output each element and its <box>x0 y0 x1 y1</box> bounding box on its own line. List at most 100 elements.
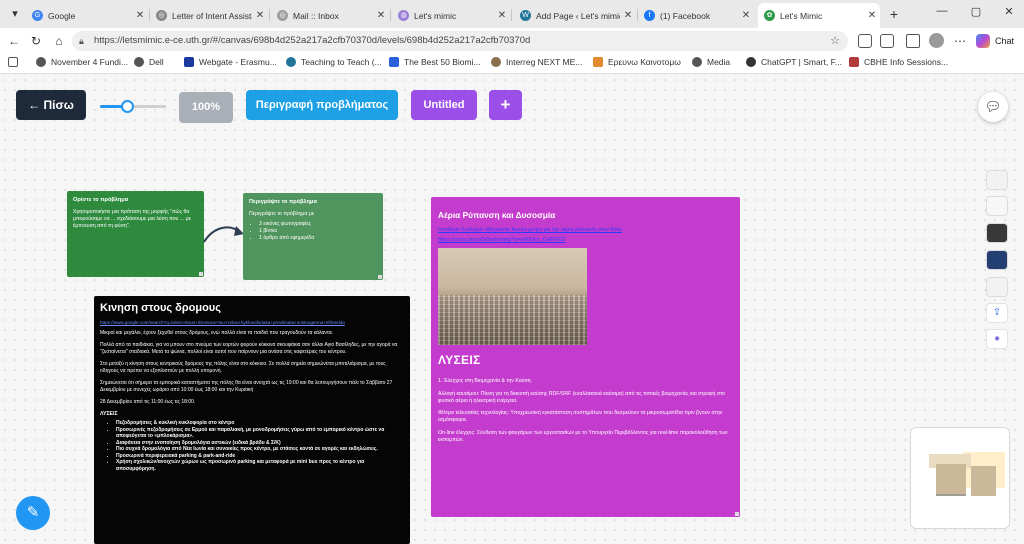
minimap-node <box>936 494 966 496</box>
solutions-heading: ΛΥΣΕΙΣ <box>438 353 481 367</box>
edit-pencil-icon[interactable]: ✎ <box>16 496 50 530</box>
traffic-card[interactable]: Κινηση στους δρομους https://www.google.… <box>94 296 410 544</box>
list-item: Προσωρινές πεζοδρομήσεις σε Ερμού και πα… <box>116 427 404 440</box>
split-screen-icon[interactable] <box>880 34 894 48</box>
bookmark-label: November 4 Fundi... <box>51 57 129 67</box>
maximize-icon[interactable]: ▢ <box>968 5 984 18</box>
more-options-icon[interactable]: ⋯ <box>952 33 968 49</box>
solutions-heading: ΛΥΣΕΙΣ <box>100 411 118 417</box>
list-item: Χρήση σχολικών/ανοιχτών χώρων ως προσωρι… <box>116 459 404 472</box>
zoom-level-button[interactable]: 100% <box>179 92 233 123</box>
bookmarks-toggle-icon[interactable] <box>8 57 23 67</box>
card-paragraph: Σημειώνεται ότι σήμερα τα εμπορικά κατασ… <box>100 380 393 393</box>
bookmark-item[interactable]: Ερευνω Καινοτομω <box>593 57 681 67</box>
bookmark-item[interactable]: CBHE Info Sessions... <box>849 57 948 67</box>
problem-description-button[interactable]: Περιγραφή προβλήματος <box>246 90 398 120</box>
color-swatch[interactable] <box>986 223 1008 243</box>
profile-avatar[interactable] <box>929 33 944 48</box>
bookmark-label: Media <box>707 57 731 67</box>
tab-label: Mail :: Inbox <box>293 10 339 21</box>
bookmarks-bar: November 4 Fundi... Dell Webgate - Erasm… <box>0 54 1024 74</box>
favorites-icon[interactable] <box>906 34 920 48</box>
tab-label: (1) Facebook <box>660 10 711 21</box>
bookmark-label: Teaching to Teach (... <box>301 57 382 67</box>
color-swatch[interactable] <box>986 277 1008 297</box>
close-icon[interactable]: ✕ <box>252 10 268 21</box>
chat-bubbles-icon[interactable]: 💬︎ <box>978 92 1008 122</box>
pollution-card[interactable]: Αέρια Ρύπανση και Δυσοσμία Ιστολόγιο Συλ… <box>431 197 740 517</box>
card-paragraph: Πολλά από τα παιδιάκια, για να μπουν στο… <box>100 342 398 355</box>
extensions-icon[interactable] <box>858 34 872 48</box>
color-swatch[interactable] <box>986 196 1008 216</box>
bookmark-item[interactable]: Interreg NEXT ME... <box>491 57 582 67</box>
bookmark-label: CBHE Info Sessions... <box>864 57 949 67</box>
home-icon[interactable]: ⌂ <box>51 33 67 49</box>
copilot-chat-button[interactable]: Chat <box>976 32 1014 50</box>
close-icon[interactable]: ✕ <box>620 10 636 21</box>
url-field[interactable]: 🔒︎ https://letsmimic.e-ce.uth.gr/#/canva… <box>72 31 848 51</box>
bookmark-star-icon[interactable]: ☆ <box>830 31 840 51</box>
wordpress-icon <box>286 57 296 67</box>
define-problem-card[interactable]: Ορίστε το πρόβλημα Χρησιμοποιήστε μια πρ… <box>67 191 204 277</box>
close-icon[interactable]: ✕ <box>864 10 880 21</box>
address-bar-row: ← ↻ ⌂ 🔒︎ https://letsmimic.e-ce.uth.gr/#… <box>0 28 1024 54</box>
bookmark-item[interactable]: ChatGPT | Smart, F... <box>746 57 842 67</box>
back-button[interactable]: ← Πίσω <box>16 90 86 120</box>
minimap[interactable] <box>910 427 1010 529</box>
color-swatch[interactable] <box>986 250 1008 270</box>
lets-mimic-icon: ◍ <box>398 10 409 21</box>
bookmark-label: Dell <box>149 57 164 67</box>
describe-problem-card[interactable]: Περιγράψτε το πρόβλημα Περιγράψτε το πρό… <box>243 193 383 280</box>
tab-facebook[interactable]: f (1) Facebook ✕ <box>638 3 754 28</box>
blog-link[interactable]: Ιστολόγιο Συλλόγου Μαγνησία: Άμεσα μέτρα… <box>438 227 733 234</box>
resize-handle[interactable] <box>378 275 382 279</box>
app-logo-icon[interactable]: ◉ <box>986 329 1008 349</box>
zoom-slider-handle[interactable] <box>121 100 134 113</box>
bookmark-item[interactable]: November 4 Fundi... <box>36 57 128 67</box>
tab-label: Let's Mimic <box>780 10 823 21</box>
browser-tab-strip: ▾ G Google ✕ ◎ Letter of Intent Assista … <box>0 0 1024 28</box>
close-icon[interactable]: ✕ <box>132 10 148 21</box>
bookmark-item[interactable]: The Best 50 Biomi... <box>389 57 481 67</box>
level-title-button[interactable]: Untitled <box>411 90 477 120</box>
tab-label: Let's mimic <box>414 10 457 21</box>
color-swatch[interactable] <box>986 170 1008 190</box>
close-icon[interactable]: ✕ <box>738 10 754 21</box>
list-item: Πιο συχνά δρομολόγια από Νέα Ιωνία και σ… <box>116 446 404 453</box>
chatgpt-icon <box>746 57 756 67</box>
card-paragraph: On-line έλεγχος: Σύνδεση των φουγάρων τω… <box>438 429 728 443</box>
tab-lets-mimic-active[interactable]: ✿ Let's Mimic ✕ <box>758 3 880 28</box>
article-link[interactable]: https://www.google.com/search?q=kinisi+s… <box>100 320 404 326</box>
card-intro: Περιγράψτε το πρόβλημα με <box>249 211 315 217</box>
new-tab-icon[interactable]: + <box>886 6 902 22</box>
tab-google[interactable]: G Google ✕ <box>26 3 148 28</box>
bookmark-label: The Best 50 Biomi... <box>404 57 481 67</box>
tab-actions-menu-icon[interactable]: ▾ <box>6 5 24 23</box>
close-icon[interactable]: ✕ <box>373 10 389 21</box>
minimize-icon[interactable]: — <box>934 5 950 17</box>
card-paragraph: Αλλαγή καυσίμου: Πίεση για τη διακοπή κα… <box>438 390 725 404</box>
close-window-icon[interactable]: ✕ <box>1001 5 1017 18</box>
upload-icon[interactable]: ⇪ <box>986 303 1008 323</box>
add-level-button[interactable]: + <box>489 90 522 120</box>
tab-lets-mimic-1[interactable]: ◍ Let's mimic ✕ <box>392 3 510 28</box>
bookmark-item[interactable]: Dell <box>134 57 164 67</box>
bookmark-label: Webgate - Erasmu... <box>199 57 277 67</box>
list-item: 1 άρθρο από εφημερίδα <box>259 235 377 242</box>
tab-add-page[interactable]: W Add Page ‹ Let's mimic ✕ <box>514 3 636 28</box>
tab-mail-inbox[interactable]: ◎ Mail :: Inbox ✕ <box>271 3 389 28</box>
close-icon[interactable]: ✕ <box>494 10 510 21</box>
card-paragraph: Φίλτρα τελευταίας τεχνολογίας: Υποχρεωτι… <box>438 410 723 424</box>
youtube-link[interactable]: https://youtu.be/xsDdbuGmmtg?si=efEfUez_… <box>438 237 733 244</box>
bookmark-item[interactable]: Teaching to Teach (... <box>286 57 382 67</box>
card-title: Περιγράψτε το πρόβλημα <box>249 199 317 205</box>
resize-handle[interactable] <box>199 272 203 276</box>
tab-letter-of-intent[interactable]: ◎ Letter of Intent Assista ✕ <box>150 3 268 28</box>
resize-handle[interactable] <box>735 512 739 516</box>
refresh-icon[interactable]: ↻ <box>28 33 44 49</box>
bookmark-item[interactable]: Webgate - Erasmu... <box>184 57 277 67</box>
bookmark-item[interactable]: Media <box>692 57 730 67</box>
globe-icon <box>692 57 702 67</box>
back-arrow-icon[interactable]: ← <box>6 33 22 49</box>
list-item: 3 εικόνες φωτογραφίες <box>259 221 377 228</box>
